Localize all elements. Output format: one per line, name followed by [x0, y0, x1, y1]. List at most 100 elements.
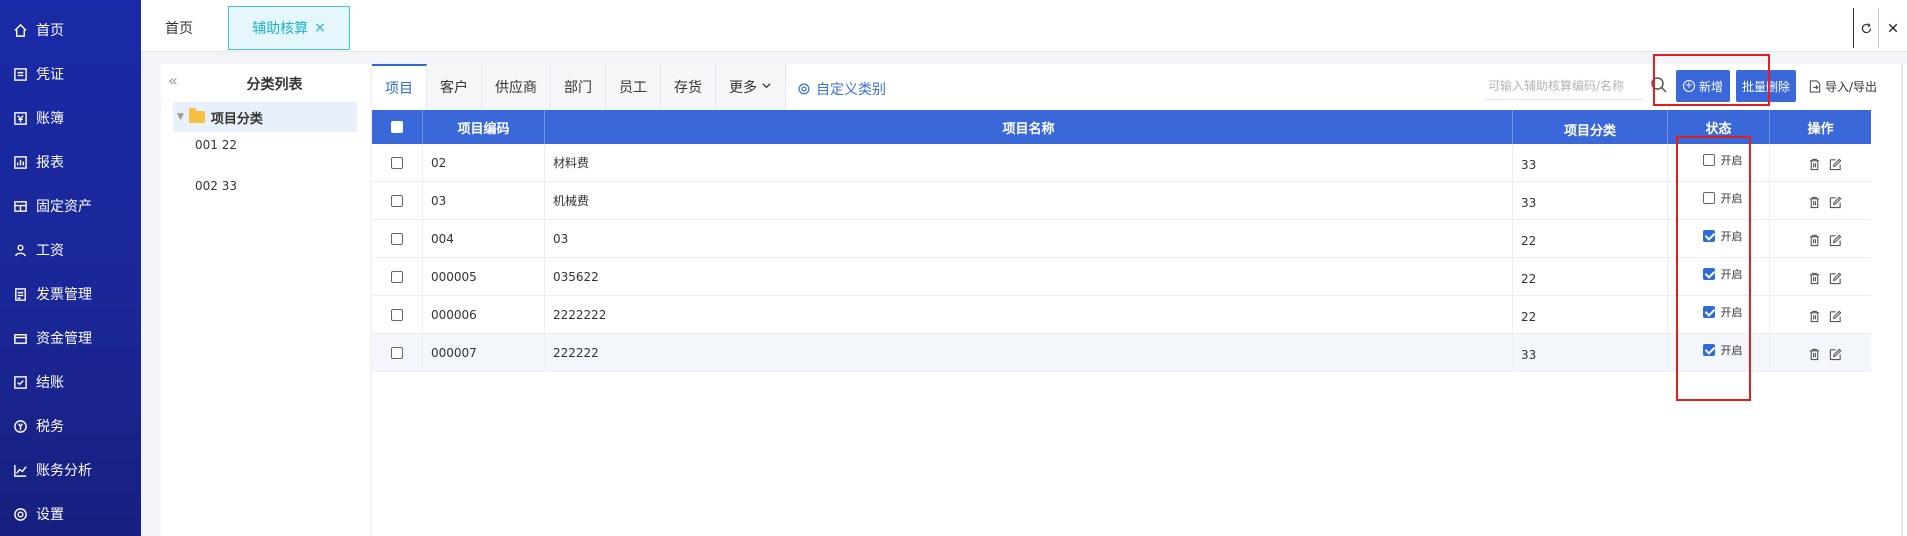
tab-project[interactable]: 项目	[372, 64, 427, 110]
column-header-name[interactable]: 项目名称	[545, 110, 1513, 144]
tab-home[interactable]: 首页	[165, 6, 193, 50]
table-row: 000007 222222 33 开启	[372, 334, 1871, 372]
cell-category: 33	[1513, 182, 1668, 219]
tab-inventory[interactable]: 存货	[661, 64, 716, 110]
folder-icon	[188, 108, 205, 123]
row-checkbox[interactable]	[391, 270, 403, 283]
row-checkbox[interactable]	[391, 156, 403, 169]
cell-category: 22	[1513, 258, 1668, 295]
voucher-icon	[12, 66, 28, 82]
sidebar-item-label: 账务分析	[36, 463, 92, 479]
column-header-code[interactable]: 项目编码	[423, 110, 545, 144]
status-label: 开启	[1720, 191, 1743, 205]
cell-code: 004	[423, 220, 545, 257]
edit-icon[interactable]	[1829, 234, 1842, 247]
sidebar-item-ledger[interactable]: 账簿	[0, 96, 141, 140]
select-all-checkbox[interactable]	[391, 121, 403, 133]
sidebar-item-label: 报表	[36, 155, 64, 171]
status-checkbox[interactable]	[1702, 229, 1715, 242]
status-checkbox[interactable]	[1702, 153, 1715, 166]
delete-icon[interactable]	[1808, 348, 1821, 361]
cell-category: 33	[1513, 144, 1668, 181]
status-checkbox[interactable]	[1702, 191, 1715, 204]
sidebar-item-report[interactable]: 报表	[0, 140, 141, 184]
status-checkbox[interactable]	[1702, 267, 1715, 280]
import-export-icon	[1809, 80, 1821, 93]
tax-icon	[12, 418, 28, 434]
table-row: 03 机械费 33 开启	[372, 182, 1871, 220]
sidebar-item-home[interactable]: 首页	[0, 8, 141, 52]
sidebar-item-asset[interactable]: 固定资产	[0, 184, 141, 228]
category-item[interactable]: 001 22	[195, 138, 237, 152]
column-header-status[interactable]: 状态	[1668, 110, 1770, 144]
tab-close-icon[interactable]: ×	[314, 20, 326, 36]
sidebar-item-label: 结账	[36, 375, 64, 391]
expand-caret-icon[interactable]: ▼	[177, 112, 184, 122]
sidebar-item-salary[interactable]: 工资	[0, 228, 141, 272]
sidebar: 首页 凭证 账簿 报表 固定资产 工资 发票管理 资金管理 结账 税务 账务分析	[0, 0, 141, 536]
top-tab-bar: 首页 辅助核算 ×	[141, 0, 1907, 52]
category-panel: 分类列表 ▼ 项目分类 001 22 002 33	[161, 64, 370, 536]
custom-category-label: 自定义类别	[816, 82, 886, 98]
search-icon[interactable]	[1650, 76, 1668, 94]
cell-code: 02	[423, 144, 545, 181]
tab-more[interactable]: 更多	[716, 64, 786, 110]
edit-icon[interactable]	[1829, 348, 1842, 361]
sidebar-item-label: 资金管理	[36, 331, 92, 347]
add-button[interactable]: + 新增	[1676, 70, 1730, 102]
sidebar-item-voucher[interactable]: 凭证	[0, 52, 141, 96]
edit-icon[interactable]	[1829, 158, 1842, 171]
status-checkbox[interactable]	[1702, 343, 1715, 356]
tab-more-label: 更多	[729, 80, 757, 96]
batch-delete-button[interactable]: 批量删除	[1736, 70, 1796, 102]
cell-code: 000006	[423, 296, 545, 333]
sidebar-item-fund[interactable]: 资金管理	[0, 316, 141, 360]
collapse-panel-icon[interactable]: «	[161, 64, 185, 96]
add-button-label: 新增	[1698, 79, 1723, 94]
table-header: 项目编码 项目名称 项目分类 状态 操作	[372, 110, 1871, 144]
cell-name: 2222222	[545, 296, 1513, 333]
row-checkbox[interactable]	[391, 194, 403, 207]
sidebar-item-closing[interactable]: 结账	[0, 360, 141, 404]
import-export-button[interactable]: 导入/导出	[1809, 78, 1877, 95]
row-checkbox[interactable]	[391, 232, 403, 245]
tab-auxiliary-accounting[interactable]: 辅助核算 ×	[228, 6, 350, 50]
status-checkbox[interactable]	[1702, 305, 1715, 318]
sidebar-item-label: 设置	[36, 507, 64, 523]
row-checkbox[interactable]	[391, 308, 403, 321]
sidebar-item-invoice[interactable]: 发票管理	[0, 272, 141, 316]
sidebar-item-tax[interactable]: 税务	[0, 404, 141, 448]
tab-employee[interactable]: 员工	[606, 64, 661, 110]
delete-icon[interactable]	[1808, 158, 1821, 171]
sidebar-item-settings[interactable]: 设置	[0, 492, 141, 536]
tab-department[interactable]: 部门	[551, 64, 606, 110]
status-label: 开启	[1720, 305, 1743, 319]
report-icon	[12, 154, 28, 170]
category-root-node[interactable]: ▼ 项目分类	[173, 102, 357, 132]
settings-icon	[12, 506, 28, 522]
tab-customer[interactable]: 客户	[427, 64, 482, 110]
edit-icon[interactable]	[1829, 196, 1842, 209]
column-header-category[interactable]: 项目分类	[1513, 110, 1668, 144]
refresh-icon[interactable]	[1853, 8, 1879, 48]
delete-icon[interactable]	[1808, 196, 1821, 209]
delete-icon[interactable]	[1808, 272, 1821, 285]
sidebar-item-label: 固定资产	[36, 199, 92, 215]
scrollbar-track[interactable]	[1901, 64, 1903, 536]
edit-icon[interactable]	[1829, 272, 1842, 285]
edit-icon[interactable]	[1829, 310, 1842, 323]
close-window-icon[interactable]	[1881, 8, 1905, 48]
search-input[interactable]	[1484, 72, 1644, 100]
category-panel-title: 分类列表	[246, 77, 303, 93]
delete-icon[interactable]	[1808, 234, 1821, 247]
tab-supplier[interactable]: 供应商	[482, 64, 551, 110]
ledger-icon	[12, 110, 28, 126]
cell-name: 222222	[545, 334, 1513, 371]
category-root-label: 项目分类	[210, 111, 263, 127]
delete-icon[interactable]	[1808, 310, 1821, 323]
row-checkbox[interactable]	[391, 346, 403, 359]
sidebar-item-analysis[interactable]: 账务分析	[0, 448, 141, 492]
category-item[interactable]: 002 33	[195, 179, 237, 193]
custom-category-link[interactable]: 自定义类别	[797, 79, 886, 99]
plus-circle-icon: +	[1682, 80, 1695, 92]
